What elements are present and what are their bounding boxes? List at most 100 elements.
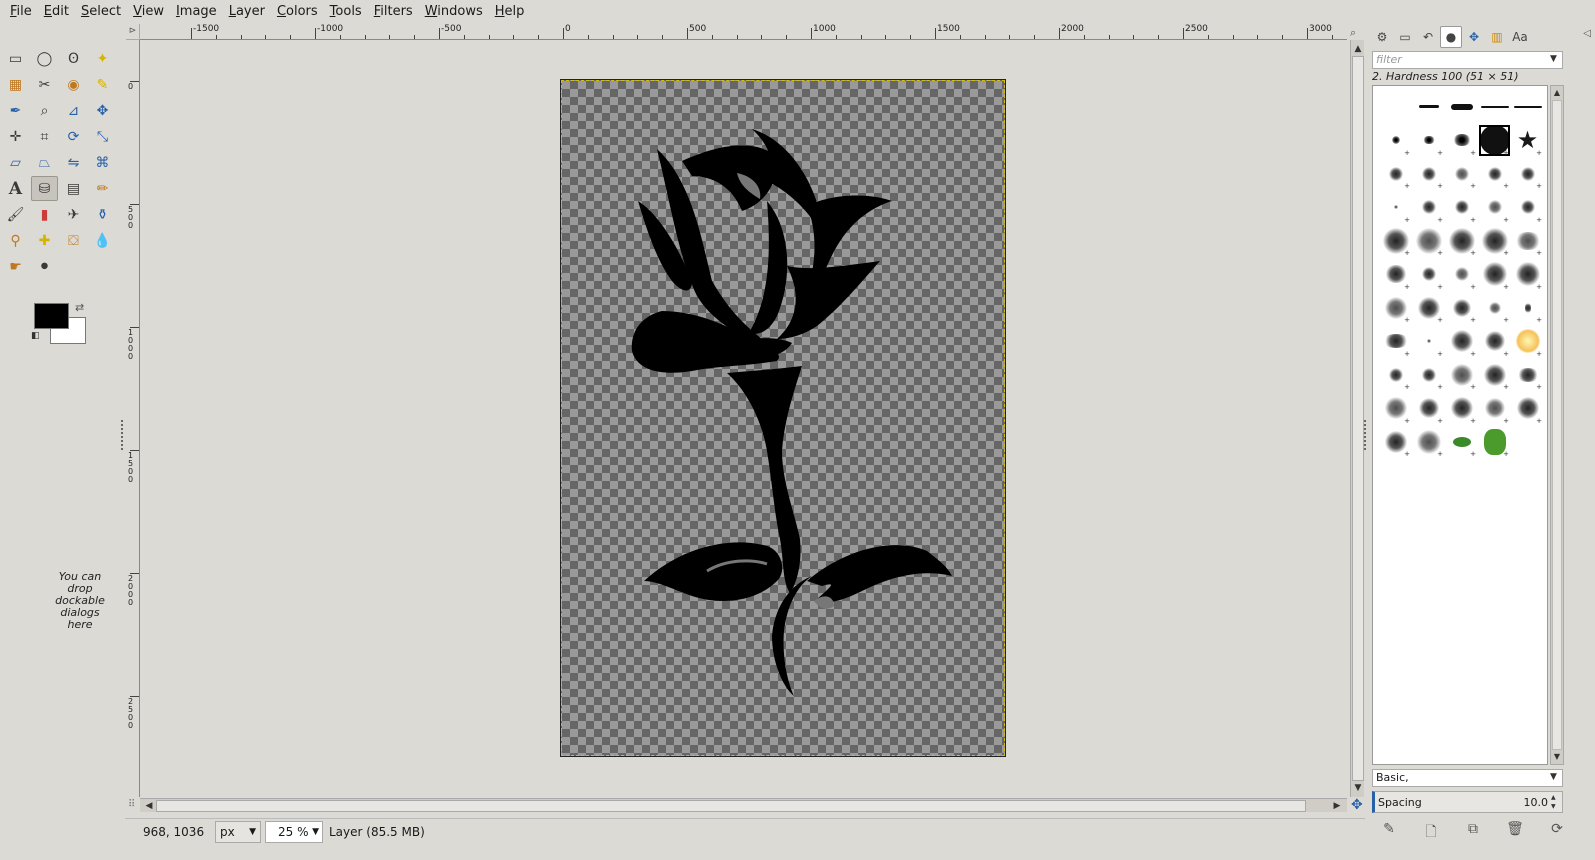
horizontal-ruler[interactable]: -1500 -1000 -500 0 500 1000 1500 2000 2500 3000 xyxy=(140,24,1347,40)
horizontal-scroll-thumb[interactable] xyxy=(156,800,1306,812)
brush-preview[interactable]: + xyxy=(1511,325,1544,358)
brush-preview[interactable]: + xyxy=(1511,291,1544,324)
dodge-burn-tool[interactable]: ⚫ xyxy=(31,254,58,279)
brush-preview[interactable]: + xyxy=(1379,392,1412,425)
brush-preview[interactable]: + xyxy=(1412,258,1445,291)
shear-tool[interactable]: ▱ xyxy=(2,150,29,175)
brush-preview[interactable]: + xyxy=(1445,258,1478,291)
dock-tab-undo-history[interactable]: ↶ xyxy=(1417,26,1439,48)
spacing-stepper[interactable]: ▲ ▼ xyxy=(1551,793,1556,811)
perspective-tool[interactable]: ⏢ xyxy=(31,150,58,175)
brush-preview[interactable]: + xyxy=(1379,358,1412,391)
right-dock-sash[interactable] xyxy=(1364,420,1367,450)
dock-tab-tool-options[interactable]: ⚙ xyxy=(1371,26,1393,48)
brush-preview[interactable]: + xyxy=(1478,157,1511,190)
scroll-right-icon[interactable]: ▶ xyxy=(1330,799,1344,813)
menu-file[interactable]: File xyxy=(4,0,38,23)
crop-tool[interactable]: ⌗ xyxy=(31,124,58,149)
brush-preview[interactable]: + xyxy=(1379,157,1412,190)
eraser-tool[interactable]: ▮ xyxy=(31,202,58,227)
dock-tab-patterns[interactable]: ✥ xyxy=(1463,26,1485,48)
foreground-select-tool[interactable]: ◉ xyxy=(60,72,87,97)
brush-preview[interactable]: + xyxy=(1379,258,1412,291)
scroll-up-icon[interactable]: ▲ xyxy=(1551,87,1563,99)
brush-preview[interactable]: + xyxy=(1379,291,1412,324)
menu-image[interactable]: Image xyxy=(170,0,223,23)
menu-filters[interactable]: Filters xyxy=(368,0,419,23)
paths-tool[interactable]: ✎ xyxy=(89,72,116,97)
brush-preview[interactable]: + xyxy=(1511,157,1544,190)
measure-tool[interactable]: ⊿ xyxy=(60,98,87,123)
brush-preview[interactable]: + xyxy=(1478,392,1511,425)
brush-preview[interactable]: + xyxy=(1379,425,1412,458)
brush-preview[interactable]: + xyxy=(1478,191,1511,224)
brush-preview[interactable]: + xyxy=(1478,425,1511,458)
brush-preview[interactable]: + xyxy=(1412,191,1445,224)
menu-view[interactable]: View xyxy=(127,0,170,23)
brush-preview[interactable]: ★ + xyxy=(1511,124,1544,157)
paintbrush-tool[interactable]: 🖌 xyxy=(2,202,29,227)
brush-preview[interactable]: + xyxy=(1478,291,1511,324)
align-tool[interactable]: ✛ xyxy=(2,124,29,149)
brush-preview[interactable]: + xyxy=(1412,124,1445,157)
perspective-clone-tool[interactable]: ⛋ xyxy=(60,228,87,253)
new-brush-icon[interactable]: 🗋 xyxy=(1420,821,1442,845)
menu-edit[interactable]: Edit xyxy=(38,0,75,23)
brush-preview[interactable]: + xyxy=(1379,124,1412,157)
brush-scrollbar[interactable]: ▲ ▼ xyxy=(1550,85,1564,765)
fuzzy-select-tool[interactable]: ✦ xyxy=(89,46,116,71)
brush-preview[interactable]: + xyxy=(1511,392,1544,425)
brush-preview[interactable] xyxy=(1478,90,1511,123)
brush-preview[interactable]: + xyxy=(1478,358,1511,391)
brush-tag-input[interactable]: Basic, xyxy=(1372,769,1563,787)
brush-preview[interactable]: + xyxy=(1445,157,1478,190)
vertical-scrollbar[interactable]: ▲ ▼ xyxy=(1350,40,1364,797)
reset-colors-icon[interactable]: ◧ xyxy=(31,331,40,341)
brush-preview[interactable]: + xyxy=(1511,258,1544,291)
spacing-slider[interactable]: Spacing 10.0 xyxy=(1372,791,1563,813)
brush-preview[interactable]: + xyxy=(1445,425,1478,458)
navigate-icon[interactable]: ✥ xyxy=(1351,797,1363,813)
unit-dropdown[interactable]: px ▼ xyxy=(215,820,261,843)
brush-preview[interactable]: + xyxy=(1445,291,1478,324)
zoom-fit-icon[interactable]: ⌕ xyxy=(1350,26,1356,40)
menu-windows[interactable]: Windows xyxy=(419,0,489,23)
brush-preview[interactable]: + xyxy=(1379,325,1412,358)
quick-mask-icon[interactable]: ⠿ xyxy=(128,799,135,810)
image-canvas[interactable] xyxy=(560,79,1006,757)
heal-tool[interactable]: ✚ xyxy=(31,228,58,253)
brush-preview[interactable]: + xyxy=(1478,325,1511,358)
scroll-left-icon[interactable]: ◀ xyxy=(142,799,156,813)
horizontal-scrollbar[interactable]: ◀ ▶ xyxy=(140,798,1347,812)
zoom-dropdown[interactable]: 25 % ▼ xyxy=(265,820,323,843)
color-picker-tool[interactable]: ✒ xyxy=(2,98,29,123)
vertical-scroll-thumb[interactable] xyxy=(1352,56,1364,781)
delete-brush-icon[interactable]: 🗑 xyxy=(1504,821,1526,845)
scroll-down-icon[interactable]: ▼ xyxy=(1351,781,1365,795)
brush-preview[interactable]: + xyxy=(1445,191,1478,224)
brush-preview[interactable]: + xyxy=(1412,425,1445,458)
dock-tab-gradients[interactable]: ▥ xyxy=(1486,26,1508,48)
dock-tab-fonts[interactable]: Aa xyxy=(1509,26,1531,48)
brush-preview[interactable]: + xyxy=(1511,358,1544,391)
brush-preview[interactable] xyxy=(1511,90,1544,123)
ink-tool[interactable]: ⚱ xyxy=(89,202,116,227)
menu-colors[interactable]: Colors xyxy=(271,0,324,23)
brush-grid-view[interactable]: + + + + ★ + + + + + + + + + + + + + + + + + + + + + + + + + + + + + + + + + + +… xyxy=(1372,85,1548,765)
blur-tool[interactable]: 💧 xyxy=(89,228,116,253)
clone-tool[interactable]: ⚲ xyxy=(2,228,29,253)
smudge-tool[interactable]: ☛ xyxy=(2,254,29,279)
brush-preview[interactable]: + xyxy=(1412,392,1445,425)
color-select-tool[interactable]: ▦ xyxy=(2,72,29,97)
brush-preview[interactable]: + xyxy=(1511,224,1544,257)
brush-preview[interactable]: + xyxy=(1445,224,1478,257)
menu-tools[interactable]: Tools xyxy=(324,0,368,23)
brush-preview[interactable]: + xyxy=(1478,224,1511,257)
brush-preview[interactable]: + xyxy=(1511,191,1544,224)
duplicate-brush-icon[interactable]: ⧉ xyxy=(1462,821,1484,845)
scroll-up-icon[interactable]: ▲ xyxy=(1351,42,1365,56)
brush-preview[interactable]: + xyxy=(1412,358,1445,391)
refresh-brushes-icon[interactable]: ⟳ xyxy=(1546,821,1568,845)
scroll-down-icon[interactable]: ▼ xyxy=(1551,751,1563,763)
brush-preview[interactable]: + xyxy=(1379,224,1412,257)
